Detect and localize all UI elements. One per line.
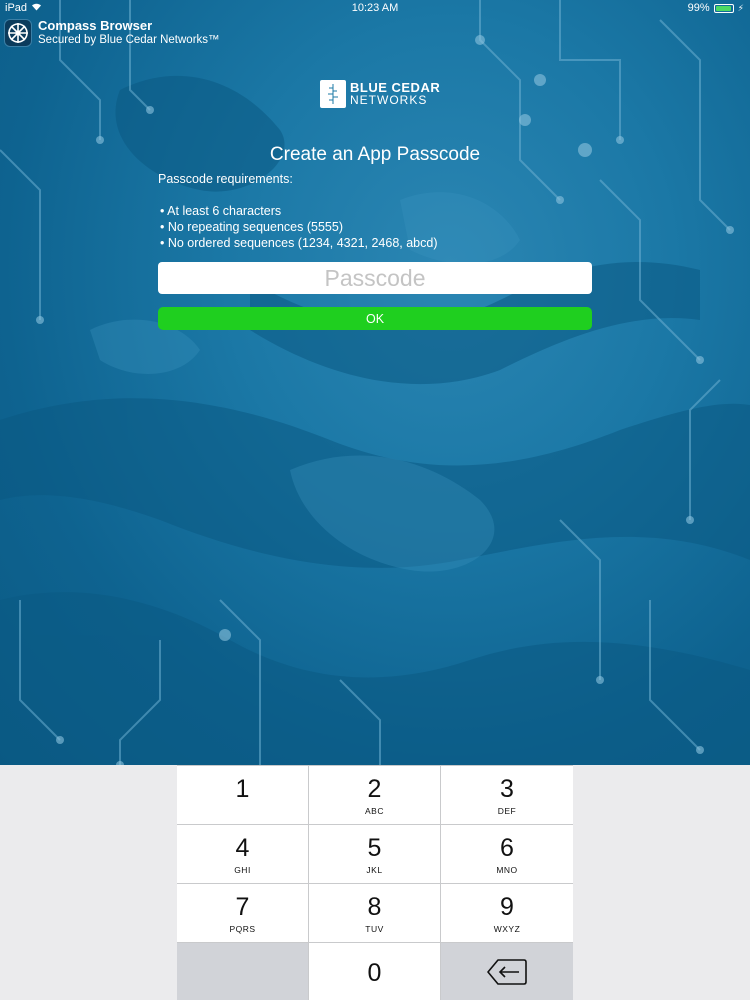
ok-button[interactable]: OK (158, 307, 592, 330)
key-blank (177, 943, 308, 1000)
key-7[interactable]: 7 PQRS (177, 884, 308, 942)
key-number: 8 (367, 893, 382, 921)
background-image (0, 0, 750, 765)
battery-icon (713, 3, 734, 13)
compass-icon[interactable] (4, 18, 32, 47)
logo-text-line2: NETWORKS (350, 93, 428, 107)
requirement-item: No ordered sequences (1234, 4321, 2468, … (160, 235, 438, 251)
key-letters: TUV (365, 924, 384, 934)
key-number: 2 (367, 775, 382, 803)
key-number: 5 (367, 834, 382, 862)
key-letters: GHI (234, 865, 251, 875)
key-8[interactable]: 8 TUV (309, 884, 440, 942)
battery-percent: 99% (687, 2, 710, 14)
key-number: 9 (500, 893, 514, 921)
requirement-item: At least 6 characters (160, 203, 438, 219)
key-1[interactable]: 1 (177, 766, 308, 824)
key-5[interactable]: 5 JKL (309, 825, 440, 883)
key-letters: ABC (365, 806, 384, 816)
logo-icon (320, 80, 346, 108)
key-2[interactable]: 2 ABC (309, 766, 440, 824)
passcode-input[interactable] (158, 262, 592, 294)
app-title: Compass Browser (38, 18, 153, 33)
requirements-list: At least 6 characters No repeating seque… (160, 203, 438, 251)
key-9[interactable]: 9 WXYZ (441, 884, 573, 942)
numeric-keypad: 1 2 ABC 3 DEF 4 GHI 5 JKL 6 MNO 7 PQRS 8 (0, 765, 750, 1000)
key-number: 1 (235, 775, 250, 803)
key-4[interactable]: 4 GHI (177, 825, 308, 883)
app-subtitle: Secured by Blue Cedar Networks™ (38, 34, 220, 46)
key-number: 6 (500, 834, 514, 862)
status-bar: iPad 10:23 AM 99% ⚡ (0, 0, 750, 16)
requirement-item: No repeating sequences (5555) (160, 219, 438, 235)
blue-cedar-logo: BLUE CEDAR NETWORKS (320, 80, 440, 108)
charging-icon: ⚡ (737, 2, 744, 13)
key-0[interactable]: 0 (309, 943, 440, 1000)
key-letters: DEF (497, 806, 517, 816)
key-letters: MNO (496, 865, 518, 875)
key-letters: JKL (366, 865, 383, 875)
key-number: 4 (235, 834, 250, 862)
app-header: Compass Browser Secured by Blue Cedar Ne… (4, 18, 220, 47)
key-letters: PQRS (229, 924, 256, 934)
key-number: 7 (235, 893, 250, 921)
key-number: 0 (367, 959, 382, 987)
key-6[interactable]: 6 MNO (441, 825, 573, 883)
key-3[interactable]: 3 DEF (441, 766, 573, 824)
status-time: 10:23 AM (351, 2, 399, 14)
keypad-grid: 1 2 ABC 3 DEF 4 GHI 5 JKL 6 MNO 7 PQRS 8 (177, 765, 573, 1000)
backspace-icon (487, 959, 527, 990)
key-letters: WXYZ (493, 924, 521, 934)
key-number: 3 (500, 775, 514, 803)
requirements-heading: Passcode requirements: (158, 172, 293, 186)
backspace-key[interactable] (441, 943, 573, 1000)
page-title: Create an App Passcode (269, 144, 481, 165)
